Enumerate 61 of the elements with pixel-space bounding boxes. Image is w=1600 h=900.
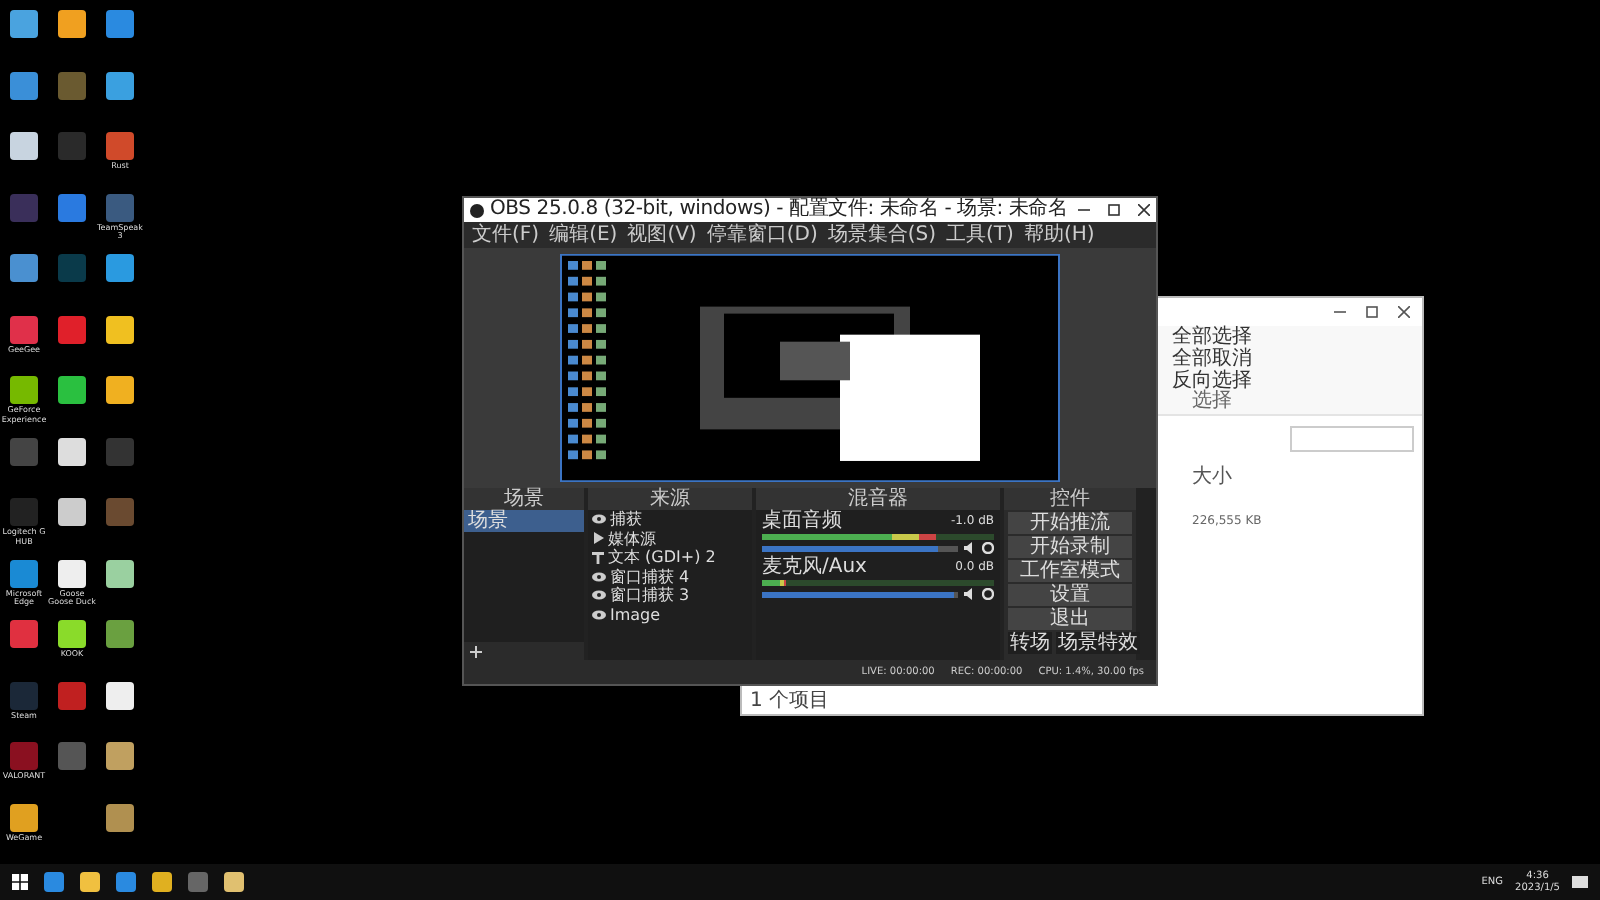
panel-title: 来源 [588,488,752,510]
taskbar-app-icon[interactable] [224,872,244,892]
source-item[interactable]: 媒体源 [608,529,752,548]
app-icon[interactable] [58,437,86,465]
taskbar-app-icon[interactable] [44,872,64,892]
transition-label[interactable]: 场景特效 [1056,632,1140,654]
app-icon[interactable] [106,315,134,343]
source-item[interactable]: 文本 (GDI+) 2 [608,548,752,567]
taskbar-app-icon[interactable] [152,872,172,892]
control-button[interactable]: 工作室模式 [1008,560,1132,582]
control-button[interactable]: 设置 [1008,584,1132,606]
app-icon[interactable] [106,559,134,587]
minimize-icon[interactable] [1334,306,1346,318]
close-icon[interactable] [1398,306,1410,318]
menu-item[interactable]: 编辑(E) [549,225,618,245]
app-icon[interactable] [106,803,134,831]
menu-item[interactable]: 工具(T) [946,225,1014,245]
ribbon-item[interactable]: 全部取消 [1172,348,1422,370]
add-icon[interactable] [470,645,482,657]
control-button[interactable]: 开始录制 [1008,536,1132,558]
taskbar-app-icon[interactable] [80,872,100,892]
maximize-icon[interactable] [1108,204,1120,216]
panel-title: 场景 [464,488,584,510]
text-icon [592,551,604,564]
taskbar-app-icon[interactable] [116,872,136,892]
play-icon [592,532,604,545]
panel-title: 混音器 [756,488,1000,510]
app-icon[interactable] [106,71,134,99]
ribbon-item[interactable]: 全部选择 [1172,326,1422,348]
window-title: OBS 25.0.8 (32-bit, windows) - 配置文件: 未命名 - 场景: 未命名 [490,200,1070,220]
menu-item[interactable]: 视图(V) [627,225,697,245]
ribbon-item[interactable]: 反向选择 [1172,370,1422,392]
channel-name: 桌面音频 [762,512,842,532]
column-header[interactable]: 大小 [1192,462,1422,490]
panel-title: 控件 [1004,488,1136,510]
source-item[interactable]: Image [610,605,752,624]
menu-item[interactable]: 场景集合(S) [827,225,937,245]
app-icon[interactable] [10,803,38,831]
app-icon[interactable] [10,71,38,99]
app-logo-icon [470,203,484,217]
control-button[interactable]: 退出 [1008,608,1132,630]
maximize-icon[interactable] [1366,306,1378,318]
status-text: 1 个项目 [748,690,832,714]
source-item[interactable]: 窗口捕获 3 [610,586,752,605]
app-icon[interactable] [58,559,86,587]
transition-label[interactable]: 转场 [1008,632,1052,654]
close-icon[interactable] [1138,204,1150,216]
menu-item[interactable]: 停靠窗口(D) [706,225,818,245]
control-button[interactable]: 开始推流 [1008,512,1132,534]
menu-item[interactable]: 文件(F) [472,225,540,245]
source-item[interactable]: 捕获 [610,510,752,529]
start-icon[interactable] [12,874,28,890]
app-icon[interactable] [106,681,134,709]
menu-item[interactable]: 帮助(H) [1023,225,1095,245]
scene-item[interactable]: 场景 [464,510,584,532]
source-item[interactable]: 窗口捕获 4 [610,567,752,586]
taskbar-app-icon[interactable] [188,872,208,892]
search-field[interactable] [1290,425,1414,451]
minimize-icon[interactable] [1078,204,1090,216]
channel-name: 麦克风/Aux [762,558,867,578]
ribbon-group-label: 选择 [1190,392,1234,412]
